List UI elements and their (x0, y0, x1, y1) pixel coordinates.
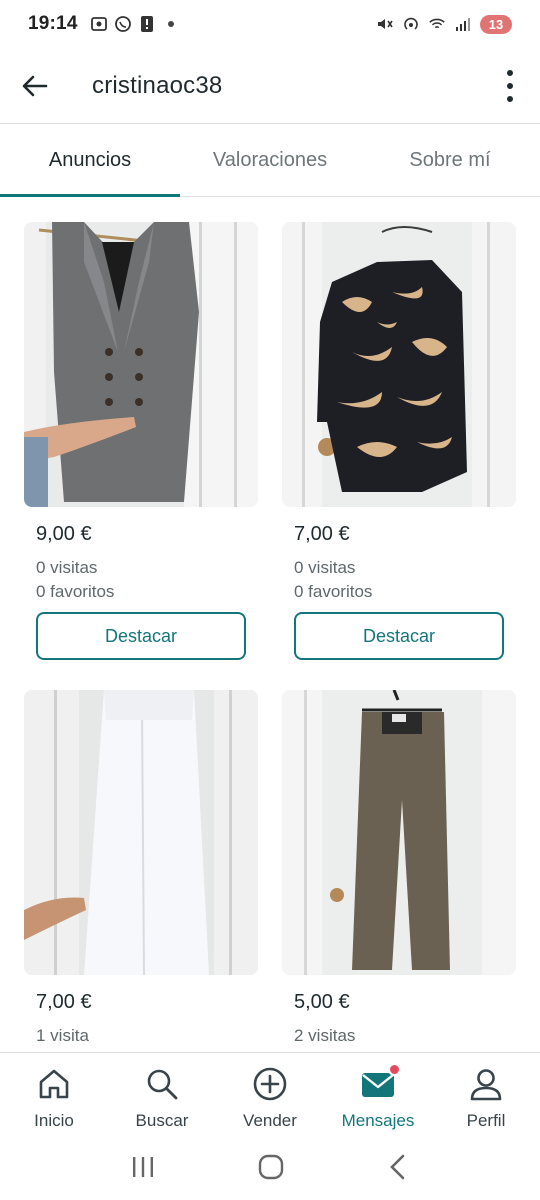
nav-label: Perfil (466, 1111, 506, 1130)
listings-grid: 9,00 € 0 visitas 0 favoritos Destacar 7,… (24, 222, 516, 1052)
notification-badge (388, 1063, 401, 1076)
more-vertical-icon (507, 69, 513, 102)
listing-visits: 2 visitas (294, 1026, 356, 1045)
white-pants-image (24, 690, 258, 975)
listing-visits: 1 visita (36, 1026, 89, 1045)
brown-trousers-image (282, 690, 516, 975)
nav-buscar[interactable]: Buscar (108, 1053, 216, 1138)
nav-label: Mensajes (341, 1111, 415, 1130)
arrow-left-icon (22, 75, 48, 96)
listing-image[interactable] (24, 690, 258, 975)
listing-card[interactable]: 9,00 € 0 visitas 0 favoritos Destacar (24, 222, 258, 660)
home-icon (35, 1065, 73, 1103)
mute-icon (376, 15, 394, 33)
alert-icon (138, 15, 156, 33)
listing-image[interactable] (24, 222, 258, 507)
profile-tabs: Anuncios Valoraciones Sobre mí (0, 125, 540, 197)
nav-perfil[interactable]: Perfil (432, 1053, 540, 1138)
bottom-nav: Inicio Buscar Vender Mensajes Perfil (0, 1052, 540, 1138)
tab-sobre-mi[interactable]: Sobre mí (360, 125, 540, 196)
screen-capture-icon (90, 15, 108, 33)
home-button-icon[interactable] (257, 1153, 285, 1186)
wifi-icon (428, 15, 446, 33)
nav-label: Buscar (135, 1111, 189, 1130)
grey-vest-image (24, 222, 258, 507)
nav-vender[interactable]: Vender (216, 1053, 324, 1138)
listing-price: 9,00 € (36, 523, 92, 545)
user-icon (467, 1065, 505, 1103)
back-button[interactable] (0, 51, 70, 121)
destacar-button[interactable]: Destacar (36, 612, 246, 660)
notification-dot (167, 21, 174, 27)
nav-inicio[interactable]: Inicio (0, 1053, 108, 1138)
listing-price: 7,00 € (294, 523, 350, 545)
recent-apps-icon[interactable] (130, 1154, 156, 1185)
listing-image[interactable] (282, 222, 516, 507)
more-options-button[interactable] (480, 51, 540, 121)
plus-circle-icon (251, 1065, 289, 1103)
tab-valoraciones[interactable]: Valoraciones (180, 125, 360, 196)
listing-card[interactable]: 7,00 € 1 visita (24, 690, 258, 1048)
patterned-blouse-image (282, 222, 516, 507)
listing-favorites: 0 favoritos (294, 582, 373, 601)
hotspot-icon (402, 15, 420, 33)
listing-card[interactable]: 5,00 € 2 visitas (282, 690, 516, 1048)
listing-price: 7,00 € (36, 991, 92, 1013)
status-time: 19:14 (28, 13, 78, 34)
destacar-button[interactable]: Destacar (294, 612, 504, 660)
whatsapp-icon (114, 15, 132, 33)
listing-card[interactable]: 7,00 € 0 visitas 0 favoritos Destacar (282, 222, 516, 660)
mail-icon (359, 1063, 401, 1103)
status-bar: 19:14 13 (0, 0, 540, 48)
nav-label: Inicio (34, 1111, 74, 1130)
battery-badge: 13 (480, 14, 512, 34)
signal-icon (454, 15, 472, 33)
app-header: cristinaoc38 (0, 48, 540, 124)
nav-mensajes[interactable]: Mensajes (324, 1053, 432, 1138)
tab-anuncios[interactable]: Anuncios (0, 125, 180, 197)
search-icon (143, 1065, 181, 1103)
listing-image[interactable] (282, 690, 516, 975)
nav-label: Vender (243, 1111, 297, 1130)
listing-visits: 0 visitas (294, 558, 356, 577)
page-title: cristinaoc38 (92, 71, 223, 99)
listing-visits: 0 visitas (36, 558, 98, 577)
listing-favorites: 0 favoritos (36, 582, 115, 601)
system-nav-bar (0, 1138, 540, 1200)
system-back-icon[interactable] (386, 1154, 410, 1185)
listing-price: 5,00 € (294, 991, 350, 1013)
